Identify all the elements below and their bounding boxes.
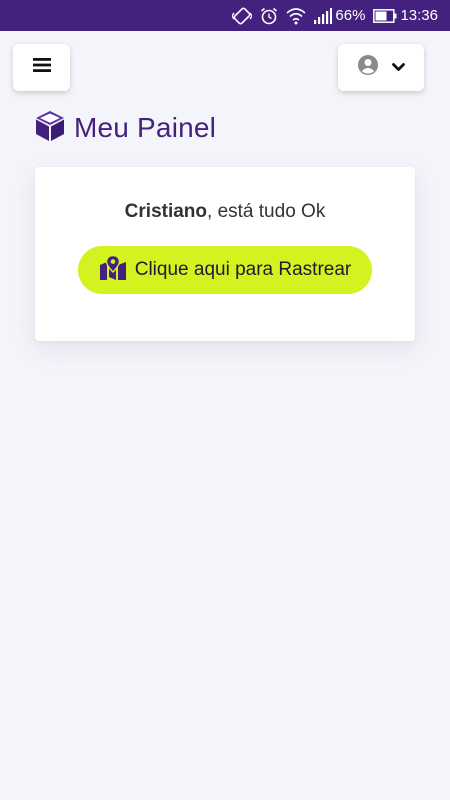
menu-button[interactable] bbox=[13, 44, 70, 91]
battery-percent: 66% bbox=[335, 7, 366, 24]
chevron-down-icon bbox=[391, 59, 405, 77]
user-circle-icon bbox=[357, 55, 378, 80]
page-header: Meu Painel bbox=[34, 110, 216, 146]
wifi-icon bbox=[286, 7, 306, 25]
alarm-icon bbox=[260, 7, 278, 25]
user-menu-button[interactable] bbox=[338, 44, 424, 91]
map-icon bbox=[99, 254, 127, 286]
hamburger-icon bbox=[32, 57, 51, 78]
greeting-text: Cristiano, está tudo Ok bbox=[35, 201, 415, 223]
signal-icon bbox=[314, 7, 333, 24]
battery-icon bbox=[373, 8, 397, 23]
user-name: Cristiano bbox=[124, 201, 208, 222]
status-text: , está tudo Ok bbox=[207, 201, 326, 222]
status-card: Cristiano, está tudo Ok Clique aqui para… bbox=[35, 167, 415, 341]
status-bar: 66% 13:36 bbox=[0, 0, 450, 31]
track-button-label: Clique aqui para Rastrear bbox=[134, 259, 352, 280]
clock-time: 13:36 bbox=[400, 7, 438, 24]
track-button[interactable]: Clique aqui para Rastrear bbox=[78, 246, 372, 294]
vibrate-icon bbox=[232, 7, 253, 25]
page-title: Meu Painel bbox=[74, 112, 217, 143]
cube-icon bbox=[34, 110, 66, 147]
